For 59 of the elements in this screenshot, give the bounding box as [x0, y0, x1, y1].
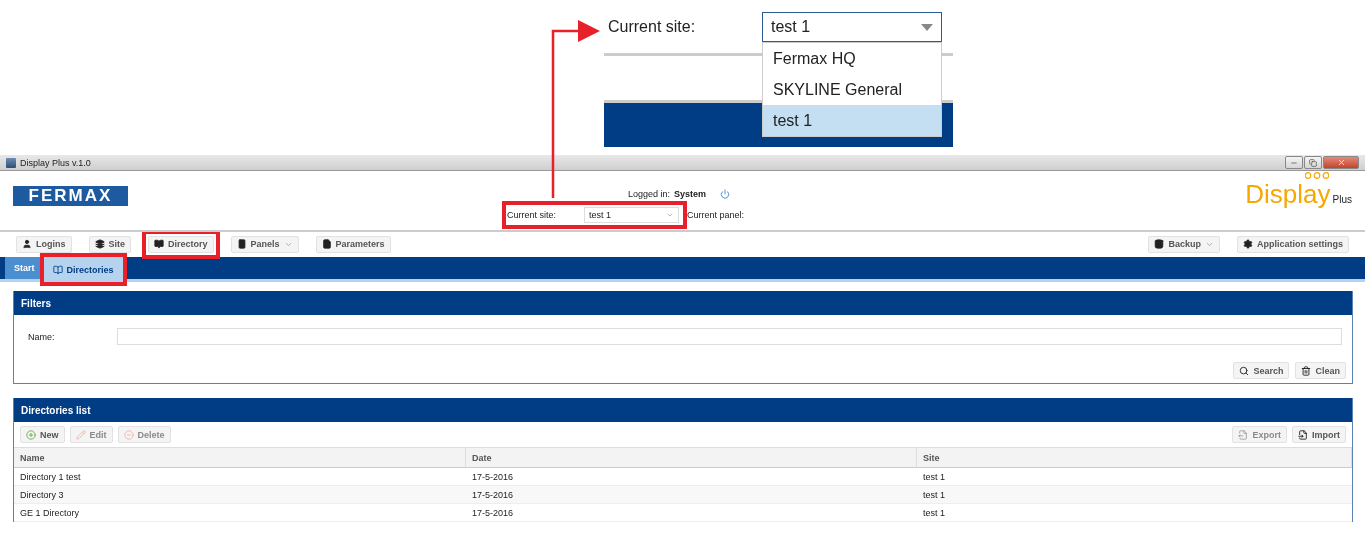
action-button[interactable]: New: [20, 426, 65, 443]
table-cell: 17-5-2016: [466, 486, 917, 504]
field-label: Name:: [28, 331, 56, 342]
logo: FERMAX: [13, 186, 128, 206]
toolbar-button[interactable]: Parameters: [315, 235, 391, 253]
user-name: System: [674, 189, 707, 199]
app-icon: [6, 157, 16, 168]
action-icon: [123, 429, 134, 440]
toolbar-button[interactable]: Logins: [16, 235, 72, 253]
toolbar-icon: [1154, 239, 1165, 249]
site-select[interactable]: test 1: [762, 12, 942, 42]
site-label: Current site:: [607, 18, 697, 36]
toolbar-icon: [22, 239, 32, 249]
restore-icon: [1309, 158, 1317, 167]
minimize-button[interactable]: [1285, 156, 1303, 169]
column-header[interactable]: Date: [466, 447, 917, 468]
maximize-button[interactable]: [1304, 156, 1322, 169]
toolbar-icon: [94, 239, 105, 249]
brand-subtitle: Plus: [1332, 194, 1352, 205]
dots-icon: [1305, 172, 1330, 179]
file-icon: [1238, 429, 1249, 440]
input-field[interactable]: [117, 328, 1342, 345]
window-title: Display Plus v.1.0: [20, 157, 91, 168]
toolbar-button[interactable]: Application settings: [1237, 235, 1349, 253]
search-button[interactable]: Search: [1233, 362, 1290, 379]
toolbar-icon: [154, 239, 164, 249]
trash-icon: [1301, 365, 1312, 376]
action-icon: [26, 429, 36, 440]
toolbar-button[interactable]: Site: [88, 235, 131, 253]
clean-button[interactable]: Clean: [1295, 362, 1346, 379]
toolbar-button[interactable]: Backup: [1148, 235, 1220, 253]
site-select[interactable]: test 1: [584, 207, 680, 223]
toolbar-icon: [1243, 239, 1253, 249]
toolbar-icon: [236, 239, 247, 249]
brand-logo: Display: [1245, 181, 1331, 207]
close-icon: [1336, 158, 1346, 167]
column-header[interactable]: Name: [14, 447, 466, 468]
panel-label: Current panel:: [687, 210, 745, 220]
action-button[interactable]: Import: [1292, 426, 1346, 443]
column-header[interactable]: Site: [917, 447, 1352, 468]
logged-in-label: Logged in:: [628, 189, 671, 199]
site-label: Current site:: [507, 210, 557, 220]
caret-icon: [666, 211, 675, 219]
file-icon: [1298, 429, 1308, 440]
close-button[interactable]: [1323, 156, 1359, 169]
panel-title: Directories list: [14, 398, 1352, 422]
toolbar-icon: [321, 239, 332, 249]
toolbar-button[interactable]: Panels: [230, 235, 299, 253]
dropdown-option[interactable]: test 1: [763, 105, 941, 136]
action-icon: [75, 429, 86, 440]
table-cell: Directory 3: [14, 486, 466, 504]
caret-icon: [921, 23, 933, 31]
table-cell: test 1: [917, 486, 1352, 504]
toolbar-button[interactable]: Directory: [148, 235, 214, 253]
panel-title: Filters: [14, 291, 1352, 315]
search-icon: [1239, 365, 1250, 376]
power-icon[interactable]: [720, 189, 731, 199]
book-icon: [52, 264, 63, 275]
tab[interactable]: Directories: [43, 257, 123, 282]
